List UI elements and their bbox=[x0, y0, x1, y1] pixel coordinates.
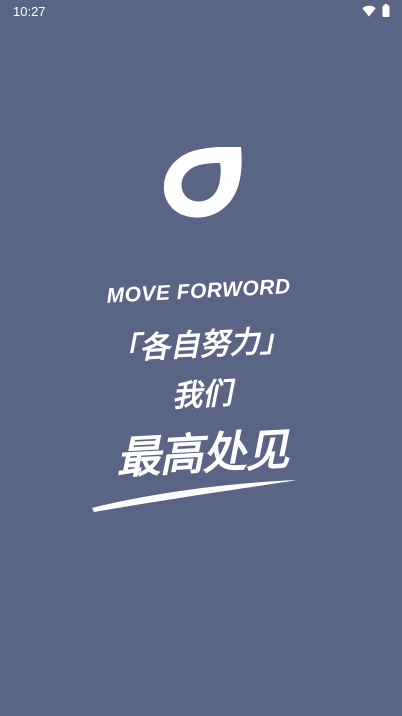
slogan-english: MOVE FORWORD bbox=[106, 275, 292, 308]
leaf-drop-logo-icon bbox=[163, 147, 242, 218]
slogan-line-1: 「各自努力」 bbox=[108, 323, 291, 368]
brush-underline-stroke bbox=[92, 480, 296, 512]
slogan-line-2: 我们 bbox=[171, 376, 233, 415]
splash-screen: MOVE FORWORD 「各自努力」 我们 最高处见 bbox=[0, 0, 402, 716]
